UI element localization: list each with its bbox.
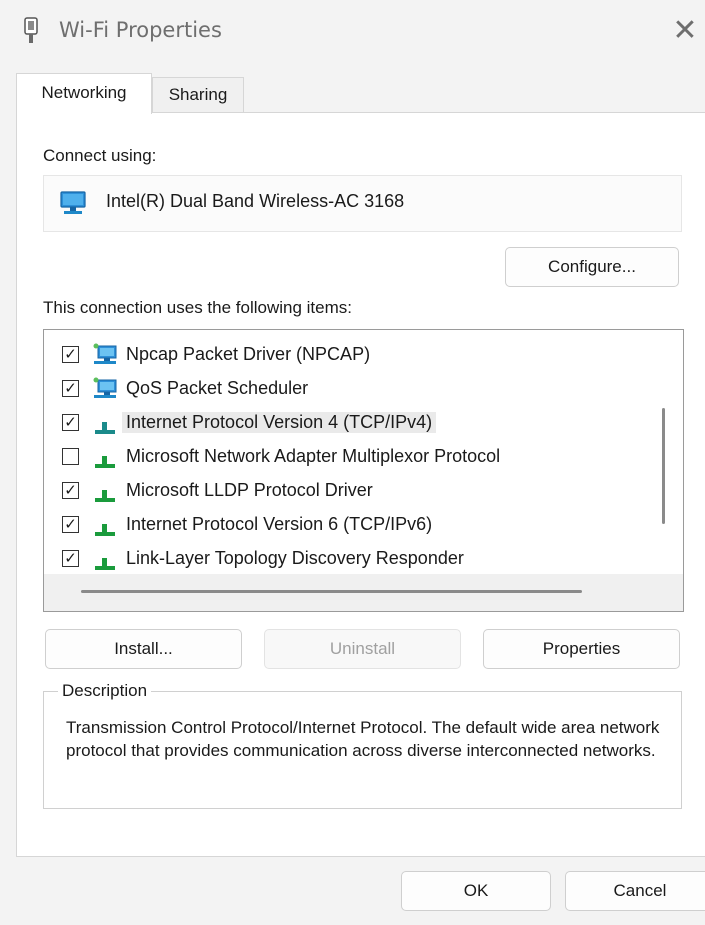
item-label: Internet Protocol Version 4 (TCP/IPv4) <box>122 412 437 433</box>
cancel-button[interactable]: Cancel <box>565 871 705 911</box>
protocol-icon <box>95 456 115 468</box>
list-item[interactable]: ✓ Internet Protocol Version 4 (TCP/IPv4) <box>44 406 644 440</box>
adapter-name: Intel(R) Dual Band Wireless-AC 3168 <box>106 191 405 211</box>
components-list[interactable]: ✓ Npcap Packet Driver (NPCAP) ✓ QoS Pack… <box>43 329 684 612</box>
item-label: Microsoft LLDP Protocol Driver <box>126 480 373 500</box>
protocol-icon <box>95 524 115 536</box>
item-checkbox[interactable] <box>62 448 79 465</box>
horizontal-scroll-thumb[interactable] <box>81 590 582 593</box>
list-item[interactable]: ✓ Npcap Packet Driver (NPCAP) <box>44 338 644 372</box>
tab-networking[interactable]: Networking <box>16 73 152 114</box>
item-checkbox[interactable]: ✓ <box>62 482 79 499</box>
item-checkbox[interactable]: ✓ <box>62 414 79 431</box>
connect-using-label: Connect using: <box>43 146 157 165</box>
network-adapter-icon <box>24 17 38 43</box>
list-item[interactable]: ✓ Link-Layer Topology Discovery Responde… <box>44 542 644 576</box>
protocol-icon <box>95 422 115 434</box>
description-legend: Description <box>58 681 152 701</box>
network-adapter-icon <box>60 191 86 214</box>
item-checkbox[interactable]: ✓ <box>62 550 79 567</box>
description-text: Transmission Control Protocol/Internet P… <box>66 718 660 760</box>
item-label: QoS Packet Scheduler <box>126 378 309 398</box>
vertical-scroll-thumb[interactable] <box>662 408 665 524</box>
item-checkbox[interactable]: ✓ <box>62 380 79 397</box>
ok-button[interactable]: OK <box>401 871 551 911</box>
items-label: This connection uses the following items… <box>43 298 352 317</box>
list-item[interactable]: ✓ QoS Packet Scheduler <box>44 372 644 406</box>
horizontal-scrollbar[interactable] <box>44 574 644 611</box>
uninstall-button[interactable]: Uninstall <box>264 629 461 669</box>
title-bar: Wi-Fi Properties ✕ <box>0 0 705 62</box>
close-button[interactable]: ✕ <box>668 14 702 48</box>
list-item[interactable]: ✓ Internet Protocol Version 6 (TCP/IPv6) <box>44 508 644 542</box>
list-item[interactable]: Microsoft Network Adapter Multiplexor Pr… <box>44 440 644 474</box>
item-checkbox[interactable]: ✓ <box>62 346 79 363</box>
window-title: Wi-Fi Properties <box>59 18 222 42</box>
scroll-corner <box>644 574 683 611</box>
properties-button[interactable]: Properties <box>483 629 680 669</box>
protocol-icon <box>95 558 115 570</box>
item-checkbox[interactable]: ✓ <box>62 516 79 533</box>
item-label: Microsoft Network Adapter Multiplexor Pr… <box>126 446 501 466</box>
adapter-field: Intel(R) Dual Band Wireless-AC 3168 <box>43 175 682 232</box>
configure-button[interactable]: Configure... <box>505 247 679 287</box>
list-item[interactable]: ✓ Microsoft LLDP Protocol Driver <box>44 474 644 508</box>
network-client-icon <box>93 343 117 364</box>
item-label: Npcap Packet Driver (NPCAP) <box>126 344 371 364</box>
item-label: Internet Protocol Version 6 (TCP/IPv6) <box>126 514 433 534</box>
item-label: Link-Layer Topology Discovery Responder <box>126 548 464 568</box>
network-client-icon <box>93 377 117 398</box>
protocol-icon <box>95 490 115 502</box>
install-button[interactable]: Install... <box>45 629 242 669</box>
tab-sharing[interactable]: Sharing <box>152 77 244 113</box>
